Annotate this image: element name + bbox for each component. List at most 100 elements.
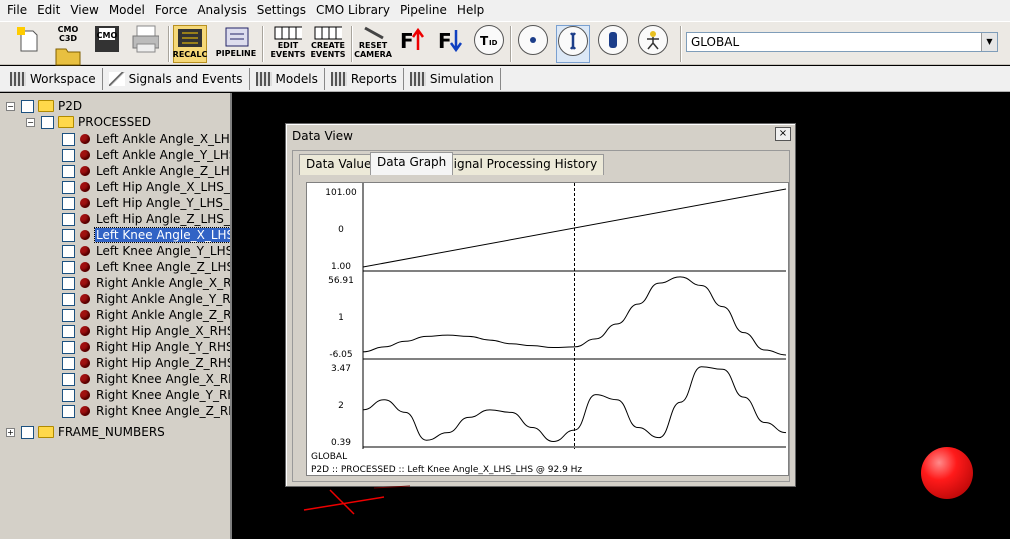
tree-item-signal[interactable]: Right Ankle Angle_Y_RHS_ (62, 291, 230, 307)
tab-signal-processing-history[interactable]: Signal Processing History (439, 154, 605, 175)
tree-item-signal[interactable]: Right Hip Angle_Z_RHS_R (62, 355, 230, 371)
collapse-icon[interactable]: − (6, 101, 15, 111)
open-cmo-c3d-button[interactable]: CMO C3D (48, 25, 88, 66)
checkbox[interactable] (62, 180, 75, 194)
checkbox[interactable] (21, 99, 34, 113)
figure-view-button[interactable] (636, 25, 670, 63)
checkbox[interactable] (21, 425, 34, 439)
checkbox[interactable] (62, 388, 75, 402)
checkbox[interactable] (62, 196, 75, 210)
checkbox[interactable] (62, 228, 75, 242)
tab-workspace[interactable]: Workspace (4, 67, 103, 90)
y-tick-label: 101.00 (325, 188, 357, 198)
view-reference-select[interactable]: GLOBAL ▼ (686, 32, 998, 52)
menu-cmo-library[interactable]: CMO Library (311, 0, 395, 21)
reset-camera-button[interactable]: RESET CAMERA (354, 25, 392, 63)
tree-item-signal[interactable]: Left Knee Angle_X_LHS_L (62, 227, 230, 243)
tree-item-signal[interactable]: Right Hip Angle_Y_RHS_R (62, 339, 230, 355)
signal-label: Left Hip Angle_X_LHS_LHS (96, 180, 230, 194)
tree-item-signal[interactable]: Left Hip Angle_Y_LHS_LHS (62, 195, 230, 211)
svg-text:T: T (480, 34, 489, 48)
y-tick-label: 1 (338, 313, 344, 323)
menu-force[interactable]: Force (150, 0, 192, 21)
menu-analysis[interactable]: Analysis (192, 0, 251, 21)
tree-item-signal[interactable]: Left Hip Angle_X_LHS_LHS (62, 179, 230, 195)
tree-root-label: P2D (58, 99, 83, 113)
checkbox[interactable] (62, 244, 75, 258)
edit-events-button[interactable]: EDIT EVENTS (270, 25, 306, 63)
checkbox[interactable] (62, 292, 75, 306)
signal-label: Right Knee Angle_Z_RHS_ (96, 404, 230, 418)
checkbox[interactable] (41, 115, 54, 129)
tree-item-signal[interactable]: Right Knee Angle_X_RHS_ (62, 371, 230, 387)
new-button[interactable] (10, 25, 46, 63)
tree-item-signal[interactable]: Left Ankle Angle_Z_LHS_L (62, 163, 230, 179)
menu-pipeline[interactable]: Pipeline (395, 0, 452, 21)
tab-simulation[interactable]: Simulation (404, 67, 501, 90)
collapse-icon[interactable]: − (26, 117, 35, 127)
print-button[interactable] (128, 25, 162, 63)
reports-icon (330, 71, 347, 86)
tab-reports[interactable]: Reports (325, 67, 404, 90)
checkbox[interactable] (62, 164, 75, 178)
menu-help[interactable]: Help (452, 0, 489, 21)
checkbox[interactable] (62, 260, 75, 274)
tree-item-signal[interactable]: Right Ankle Angle_Z_RHS_ (62, 307, 230, 323)
disk-icon: CMO (93, 25, 121, 53)
pipeline-button[interactable]: PIPELINE (216, 25, 256, 63)
checkbox[interactable] (62, 372, 75, 386)
checkbox[interactable] (62, 340, 75, 354)
tree-item-signal[interactable]: Left Knee Angle_Y_LHS_L (62, 243, 230, 259)
expand-icon[interactable]: + (6, 427, 15, 437)
checkbox[interactable] (62, 212, 75, 226)
target-view-button[interactable] (518, 25, 548, 63)
signal-label: Left Hip Angle_Z_LHS_LHS (96, 212, 230, 226)
tab-signals-and-events[interactable]: Signals and Events (103, 67, 250, 90)
tree-node-processed[interactable]: − PROCESSED (26, 114, 151, 130)
checkbox[interactable] (62, 324, 75, 338)
red-marker-sphere[interactable] (921, 447, 973, 499)
pipeline-label: PIPELINE (215, 49, 257, 58)
menu-model[interactable]: Model (104, 0, 150, 21)
tree-item-signal[interactable]: Left Hip Angle_Z_LHS_LHS (62, 211, 230, 227)
data-view-window: Data View × Data Values Data Graph Signa… (285, 123, 796, 487)
checkbox[interactable] (62, 404, 75, 418)
tree-item-signal[interactable]: Left Ankle Angle_X_LHS_L (62, 131, 230, 147)
tab-models[interactable]: Models (250, 67, 325, 90)
force-up-button[interactable]: F (396, 25, 426, 63)
force-down-icon: F (435, 25, 463, 53)
create-events-button[interactable]: CREATE EVENTS (309, 25, 347, 63)
menu-view[interactable]: View (65, 0, 103, 21)
tab-data-graph[interactable]: Data Graph (370, 152, 454, 175)
tree-item-signal[interactable]: Right Knee Angle_Y_RHS_ (62, 387, 230, 403)
recalc-button[interactable]: RECALC (173, 25, 207, 63)
checkbox[interactable] (62, 276, 75, 290)
tree-item-signal[interactable]: Right Knee Angle_Z_RHS_ (62, 403, 230, 419)
signal-dot-icon (80, 230, 90, 240)
tree-item-signal[interactable]: Right Hip Angle_X_RHS_R (62, 323, 230, 339)
workspace-tabs: Workspace Signals and Events Models Reports… (0, 66, 1010, 92)
signal-dot-icon (80, 182, 90, 192)
tree-item-signal[interactable]: Right Ankle Angle_X_RHS_ (62, 275, 230, 291)
bone-view-button[interactable] (556, 25, 590, 63)
menu-settings[interactable]: Settings (252, 0, 311, 21)
checkbox[interactable] (62, 132, 75, 146)
tree-node-frame-numbers[interactable]: + FRAME_NUMBERS (6, 424, 165, 440)
signal-dot-icon (80, 214, 90, 224)
checkbox[interactable] (62, 356, 75, 370)
checkbox[interactable] (62, 308, 75, 322)
tree-item-signal[interactable]: Left Knee Angle_Z_LHS_L (62, 259, 232, 275)
menu-edit[interactable]: Edit (32, 0, 65, 21)
menu-file[interactable]: File (2, 0, 32, 21)
timer-button[interactable]: T ID (474, 25, 504, 63)
save-cmo-button[interactable]: CMO (92, 25, 122, 63)
signal-label: Left Ankle Angle_X_LHS_L (96, 132, 230, 146)
tree-item-signal[interactable]: Left Ankle Angle_Y_LHS_L (62, 147, 230, 163)
force-down-button[interactable]: F (434, 25, 464, 63)
signal-label: Left Knee Angle_Z_LHS_L (96, 260, 232, 274)
tree-node-p2d[interactable]: − P2D (6, 98, 82, 114)
segment-view-button[interactable] (596, 25, 630, 63)
checkbox[interactable] (62, 148, 75, 162)
chevron-down-icon[interactable]: ▼ (981, 33, 997, 51)
close-button[interactable]: × (775, 127, 791, 141)
